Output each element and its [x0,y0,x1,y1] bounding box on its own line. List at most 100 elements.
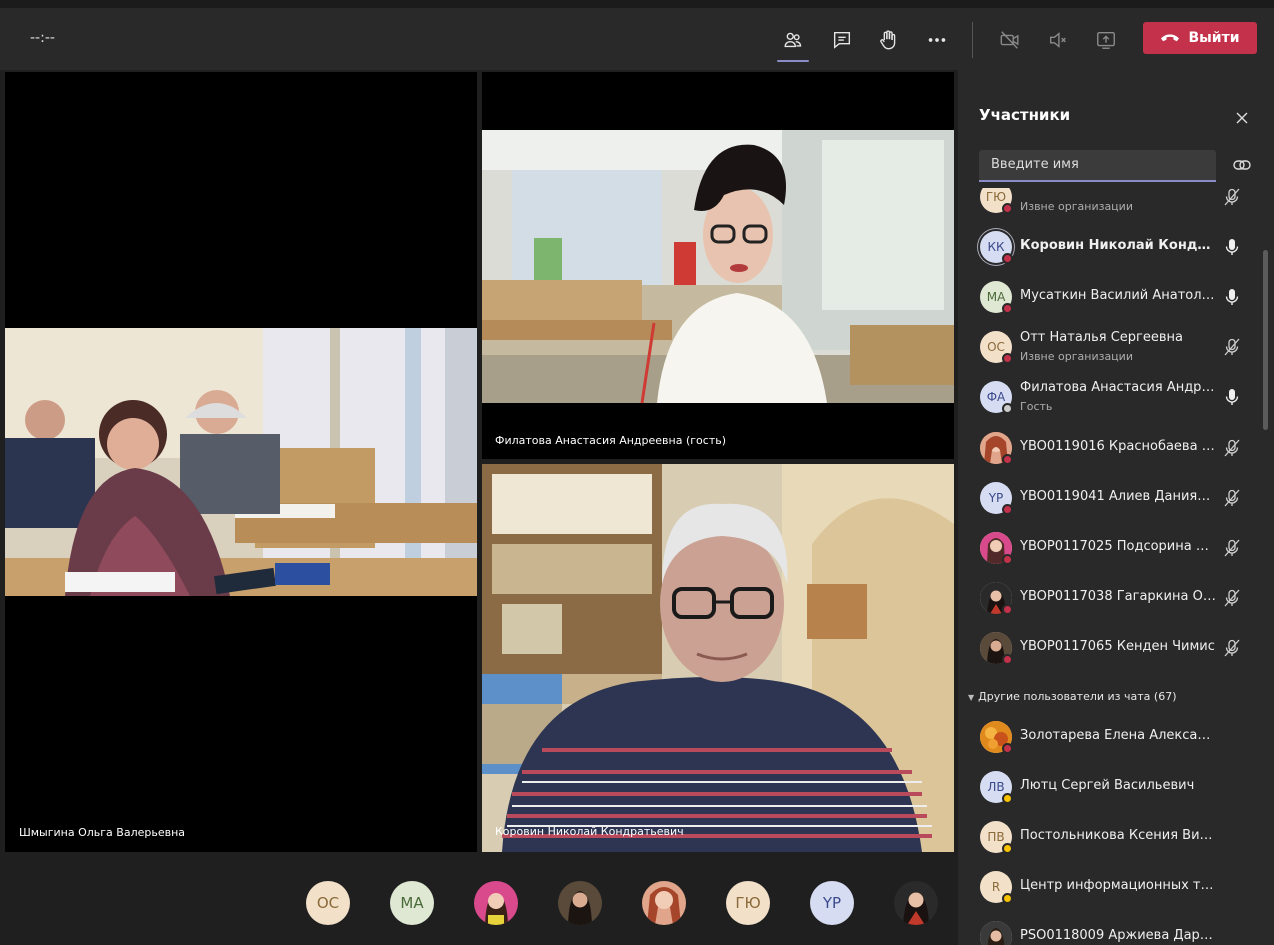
participant-subtitle: Гость [1020,400,1053,413]
presence-busy-indicator [1002,743,1013,754]
presence-busy-indicator [1002,353,1013,364]
participant-row[interactable]: YBOP0117065 Кенден Чимис [958,623,1260,673]
participants-list: ГЮ Извне организации КК Коровин Николай … [958,188,1260,945]
panel-title: Участники [979,106,1071,124]
participant-name: Филатова Анастасия Андреевна [1020,380,1216,395]
share-screen-icon [1097,31,1115,49]
hand-icon [880,30,896,50]
chat-user-row[interactable]: Золотарева Елена Александровна [958,712,1260,762]
classroom-video [482,130,954,403]
meeting-toolbar: --:-- Выйти [0,0,1274,70]
chat-user-row[interactable]: ПВ Постольникова Ксения Витальевна [958,812,1260,862]
mic-muted-icon [1224,489,1240,507]
participant-name: Золотарева Елена Александровна [1020,728,1216,743]
participant-subtitle: Извне организации [1020,200,1133,213]
strip-avatar[interactable]: ГЮ [726,881,770,925]
participant-row[interactable]: КК Коровин Николай Кондратьевич [958,222,1260,272]
participant-row[interactable]: YBO0119016 Краснобаева Ксения [958,423,1260,473]
presence-busy-indicator [1002,303,1013,314]
participant-name: Коровин Николай Кондратьевич [1020,238,1216,253]
strip-avatar[interactable]: YP [810,881,854,925]
raise-hand-button[interactable] [872,24,904,56]
presence-busy-indicator [1002,654,1013,665]
chat-user-row[interactable]: ЛВ Лютц Сергей Васильевич [958,762,1260,812]
toolbar-divider [972,22,973,58]
chat-icon [833,31,851,49]
presence-busy-indicator [1002,604,1013,615]
user-photo-icon [474,881,518,925]
participant-row[interactable]: МА Мусаткин Василий Анатольевич [958,272,1260,322]
people-icon [784,32,802,48]
participant-row[interactable]: YBOP0117025 Подсорина Карина [958,523,1260,573]
mic-icon [1225,389,1239,405]
home-office-video [482,464,954,852]
presence-busy-indicator [1002,554,1013,565]
strip-avatar[interactable] [474,881,518,925]
close-icon[interactable] [1234,110,1250,126]
video-tile-1[interactable]: Шмыгина Ольга Валерьевна [5,72,477,852]
participants-button[interactable] [777,24,809,62]
strip-avatar[interactable] [642,881,686,925]
video-tile-3[interactable]: Коровин Николай Кондратьевич [482,464,954,852]
tile-2-name: Филатова Анастасия Андреевна (гость) [495,434,726,447]
strip-avatar[interactable] [894,881,938,925]
participant-name: PSO0118009 Аржиева Дарья Руслановна [1020,928,1216,943]
tile-1-name: Шмыгина Ольга Валерьевна [19,826,186,839]
strip-avatar[interactable] [558,881,602,925]
chat-user-row[interactable]: R Центр информационных технологий [958,862,1260,912]
video-tile-2[interactable]: Филатова Анастасия Андреевна (гость) [482,72,954,459]
user-photo-icon [558,881,602,925]
leave-label: Выйти [1188,30,1240,46]
presence-busy-indicator [1002,253,1013,264]
presence-away-indicator [1002,893,1013,904]
meeting-timer: --:-- [30,30,55,46]
collapse-caret-icon: ▼ [968,693,975,702]
participant-row[interactable]: YP YBO0119041 Алиев Даниярбек [958,473,1260,523]
search-placeholder: Введите имя [991,157,1079,172]
participant-search-input[interactable]: Введите имя [979,150,1216,182]
user-photo-icon [894,881,938,925]
more-actions-button[interactable] [921,24,953,56]
presence-busy-indicator [1002,203,1013,214]
mic-muted-icon [1224,539,1240,557]
mic-icon [1225,289,1239,305]
participant-row[interactable]: ФА Филатова Анастасия Андреевна Гость [958,372,1260,422]
mic-muted-icon [1224,639,1240,657]
chat-button[interactable] [826,24,858,56]
participant-name: YBO0119016 Краснобаева Ксения [1020,439,1216,454]
user-photo-icon [980,921,1012,945]
participant-name: Мусаткин Василий Анатольевич [1020,288,1216,303]
panel-scrollbar[interactable] [1263,250,1268,430]
group-header-label: Другие пользователи из чата (67) [978,690,1177,703]
share-screen-button[interactable] [1090,24,1122,56]
participant-name: YBOP0117038 Гагаркина Ольга [1020,589,1216,604]
hang-up-icon [1161,34,1180,42]
presence-offline-indicator [1002,403,1013,414]
participant-name: Лютц Сергей Васильевич [1020,778,1195,793]
participant-name: Постольникова Ксения Витальевна [1020,828,1216,843]
mic-muted-icon [1224,589,1240,607]
participant-name: Центр информационных технологий [1020,878,1216,893]
mic-muted-icon [1224,338,1240,356]
presence-away-indicator [1002,843,1013,854]
speaker-toggle-button[interactable] [1042,24,1074,56]
camera-toggle-button[interactable] [994,24,1026,56]
participant-row[interactable]: ОС Отт Наталья Сергеевна Извне организац… [958,322,1260,372]
leave-meeting-button[interactable]: Выйти [1143,22,1257,54]
participant-row[interactable]: ГЮ Извне организации [958,188,1260,222]
participant-subtitle: Извне организации [1020,350,1133,363]
conference-room-video [5,328,477,596]
chat-user-row[interactable]: PSO0118009 Аржиева Дарья Руслановна [958,912,1260,945]
chat-users-group-header[interactable]: ▼ Другие пользователи из чата (67) [968,690,1248,703]
camera-off-icon [1000,31,1019,49]
share-invite-icon[interactable] [1232,157,1252,173]
participant-row[interactable]: YBOP0117038 Гагаркина Ольга [958,573,1260,623]
presence-away-indicator [1002,793,1013,804]
participant-name: YBO0119041 Алиев Даниярбек [1020,489,1216,504]
user-photo-icon [642,881,686,925]
strip-avatar[interactable]: МА [390,881,434,925]
speaker-muted-icon [1049,32,1066,48]
avatar [980,921,1012,945]
strip-avatar[interactable]: ОС [306,881,350,925]
participant-name: Отт Наталья Сергеевна [1020,330,1183,345]
